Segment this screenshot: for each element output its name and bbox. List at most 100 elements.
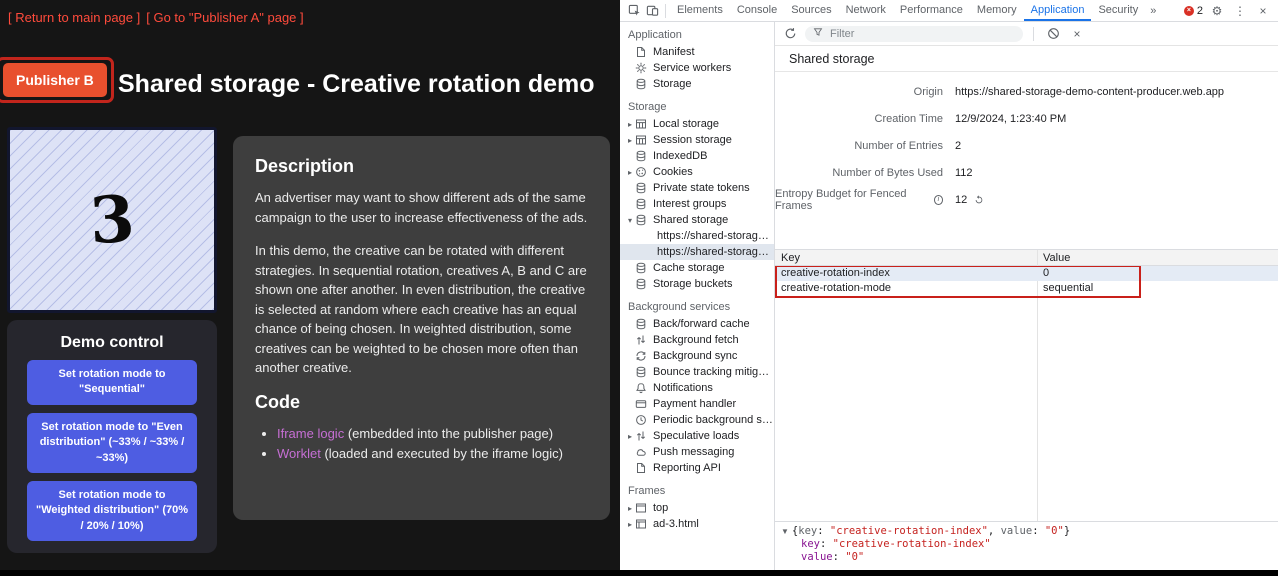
table-row-creative-rotation-index[interactable]: creative-rotation-index0 [775,266,1278,281]
filter-input[interactable] [828,27,1015,41]
description-paragraph: An advertiser may want to show different… [255,188,588,227]
tree-arrow-icon[interactable]: ▸ [625,504,635,513]
preview-child-row-value[interactable]: value: "0" [781,551,1272,564]
sidebar-item-background-fetch[interactable]: Background fetch [620,332,774,348]
reset-budget-icon[interactable] [974,195,984,205]
device-toolbar-icon[interactable] [643,2,661,20]
sidebar-item-ad-3-html[interactable]: ▸ad-3.html [620,516,774,532]
sidebar-item-back-forward-cache[interactable]: Back/forward cache [620,316,774,332]
sidebar-item-cache-storage[interactable]: Cache storage [620,260,774,276]
tab-performance[interactable]: Performance [893,0,970,21]
sidebar-item-speculative-loads[interactable]: ▸ Speculative loads [620,428,774,444]
code-item-text: (loaded and executed by the iframe logic… [321,446,563,461]
sidebar-item-notifications[interactable]: Notifications [620,380,774,396]
sidebar-item-session-storage[interactable]: ▸ Session storage [620,132,774,148]
tab-sources[interactable]: Sources [784,0,838,21]
tab-console[interactable]: Console [730,0,784,21]
code-heading: Code [255,392,588,413]
publisher-b-button[interactable]: Publisher B [3,63,107,97]
sidebar-item-bounce-tracking-mitiga[interactable]: Bounce tracking mitiga… [620,364,774,380]
kebab-menu-icon[interactable]: ⋮ [1231,2,1249,20]
set-rotation-mode-button-1[interactable]: Set rotation mode to "Even distribution"… [27,413,197,473]
code-link-worklet[interactable]: Worklet [277,446,321,461]
metadata-value-text: 12 [955,194,967,206]
sidebar-item-label: Speculative loads [653,430,739,442]
sidebar-item-label: IndexedDB [653,150,707,162]
tab-elements[interactable]: Elements [670,0,730,21]
set-rotation-mode-button-0[interactable]: Set rotation mode to "Sequential" [27,360,197,405]
sidebar-item-interest-groups[interactable]: Interest groups [620,196,774,212]
preview-child-row-key[interactable]: key: "creative-rotation-index" [781,538,1272,551]
delete-selected-icon[interactable]: × [1068,25,1086,43]
sidebar-item-label: Background sync [653,350,737,362]
panel-tabs: ElementsConsoleSourcesNetworkPerformance… [670,0,1145,21]
tree-arrow-icon[interactable]: ▸ [625,120,635,129]
tree-arrow-icon[interactable]: ▸ [625,520,635,529]
sidebar-item-https-shared-storage-d[interactable]: https://shared-storage-d… [620,244,774,260]
inspect-icon[interactable] [625,2,643,20]
sidebar-item-label: https://shared-storage-d… [657,246,774,258]
metadata-value: 12/9/2024, 1:23:40 PM [943,113,1278,125]
code-link-iframe-logic[interactable]: Iframe logic [277,426,344,441]
database-icon [635,262,649,274]
sidebar-item-shared-storage[interactable]: ▾Shared storage [620,212,774,228]
preview-summary-row[interactable]: ▼{key: "creative-rotation-index", value:… [781,525,1272,538]
page-title: Shared storage - Creative rotation demo [118,70,595,99]
column-header-key[interactable]: Key [775,250,1037,265]
tab-security[interactable]: Security [1091,0,1145,21]
nav-link-return-to-main-page[interactable]: [ Return to main page ] [8,10,140,25]
sidebar-item-storage[interactable]: Storage [620,76,774,92]
table-row-creative-rotation-mode[interactable]: creative-rotation-modesequential [775,281,1278,296]
sidebar-item-top[interactable]: ▸ top [620,500,774,516]
delete-all-icon[interactable] [1044,25,1062,43]
sidebar-item-label: Service workers [653,62,731,74]
sidebar-item-storage-buckets[interactable]: Storage buckets [620,276,774,292]
sidebar-item-private-state-tokens[interactable]: Private state tokens [620,180,774,196]
database-icon [635,366,649,378]
preview-token: "creative-rotation-index" [830,525,988,537]
set-rotation-mode-button-2[interactable]: Set rotation mode to "Weighted distribut… [27,481,197,541]
sidebar-item-service-workers[interactable]: Service workers [620,60,774,76]
bell-icon [635,382,649,394]
storage-toolbar: × [775,22,1278,46]
sidebar-item-payment-handler[interactable]: Payment handler [620,396,774,412]
more-tabs-chevron[interactable]: » [1145,5,1161,17]
fetch-icon [635,334,649,346]
sidebar-item-label: Storage buckets [653,278,733,290]
tree-arrow-icon[interactable]: ▸ [625,432,635,441]
tab-memory[interactable]: Memory [970,0,1024,21]
sidebar-item-indexeddb[interactable]: IndexedDB [620,148,774,164]
refresh-icon[interactable] [781,25,799,43]
sidebar-item-push-messaging[interactable]: Push messaging [620,444,774,460]
tab-network[interactable]: Network [839,0,893,21]
filter-input-wrap[interactable] [805,26,1023,42]
error-count-badge[interactable]: 2 [1184,5,1203,17]
tree-arrow-icon[interactable]: ▸ [625,136,635,145]
sidebar-item-label: Back/forward cache [653,318,750,330]
sidebar-item-background-sync[interactable]: Background sync [620,348,774,364]
preview-token: : [1032,525,1045,537]
nav-link-go-to-publisher-a-page[interactable]: [ Go to "Publisher A" page ] [146,10,303,25]
triangle-expanded-icon[interactable]: ▼ [781,527,789,536]
sync-icon [635,350,649,362]
sidebar-item-https-shared-storage-d[interactable]: https://shared-storage-d… [620,228,774,244]
sidebar-item-cookies[interactable]: ▸Cookies [620,164,774,180]
cookie-icon [635,166,649,178]
column-header-value[interactable]: Value [1037,250,1278,265]
sidebar-item-manifest[interactable]: Manifest [620,44,774,60]
info-icon[interactable]: i [934,195,943,205]
tree-arrow-icon[interactable]: ▾ [625,216,635,225]
metadata-row-origin: Originhttps://shared-storage-demo-conten… [775,78,1278,105]
metadata-label: Number of Entries [775,140,943,152]
tree-arrow-icon[interactable]: ▸ [625,168,635,177]
settings-gear-icon[interactable]: ⚙ [1208,2,1226,20]
sidebar-section-storage: Storage▸Local storage▸Session storageInd… [620,98,774,292]
close-devtools-icon[interactable]: × [1254,2,1272,20]
sidebar-item-periodic-background-s[interactable]: Periodic background s… [620,412,774,428]
preview-token: "0" [845,551,864,563]
sidebar-item-local-storage[interactable]: ▸Local storage [620,116,774,132]
sidebar-item-label: Session storage [653,134,732,146]
tab-application[interactable]: Application [1024,0,1092,21]
sidebar-item-label: top [653,502,668,514]
sidebar-item-reporting-api[interactable]: Reporting API [620,460,774,476]
